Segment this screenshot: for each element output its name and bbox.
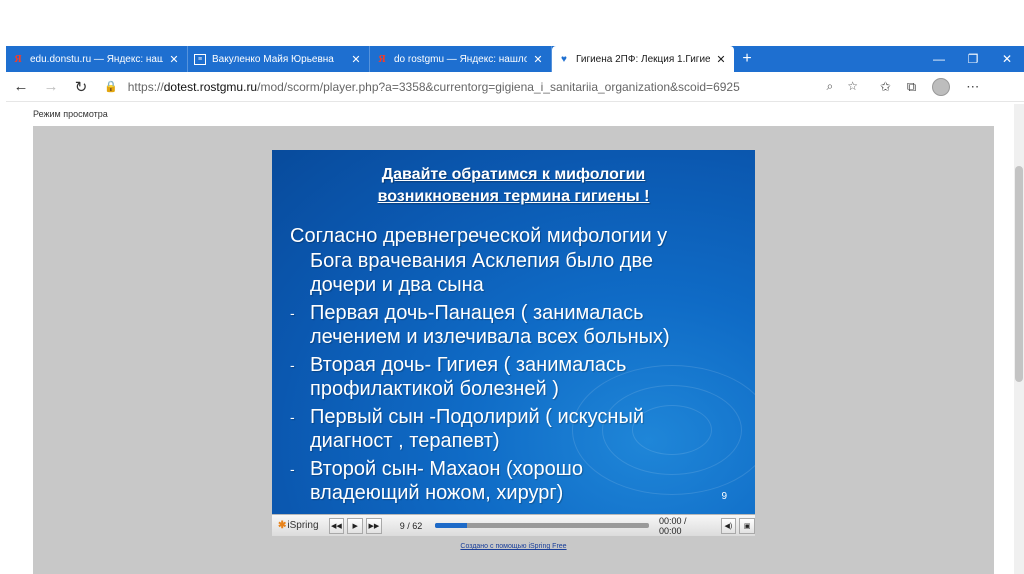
document-icon: ≡	[194, 53, 206, 65]
new-tab-plus-icon[interactable]: +	[734, 46, 760, 72]
heart-icon: ♥	[561, 53, 567, 65]
presentation-slide: Давайте обратимся к мифологии возникнове…	[272, 150, 755, 514]
lock-icon[interactable]: 🔒	[104, 80, 118, 93]
slide-body: Согласно древнегреческой мифологии у Бог…	[290, 224, 745, 506]
tab-title: edu.donstu.ru — Яндекс: нашло	[30, 53, 163, 65]
bullet-line: профилактикой болезней )	[310, 378, 559, 400]
add-favorite-icon[interactable]: ☆	[847, 79, 858, 94]
back-arrow-icon[interactable]: ←	[6, 73, 36, 101]
collections-icon[interactable]: ⧉	[907, 79, 916, 95]
url-scheme: https://	[127, 79, 164, 94]
slide-title-line: Давайте обратимся к мифологии	[381, 166, 646, 183]
close-icon[interactable]: ✕	[167, 53, 181, 66]
slide-counter: 9 / 62	[399, 520, 423, 531]
reload-icon[interactable]: ↻	[66, 73, 96, 101]
slide-bullet: - Первая дочь-Панацея ( занималась лечен…	[290, 301, 745, 350]
restore-icon[interactable]: ❐	[956, 46, 990, 72]
zoom-icon[interactable]: ⌕	[827, 79, 834, 94]
close-icon[interactable]: ✕	[531, 53, 545, 66]
url-host: dotest.rostgmu.ru	[163, 79, 258, 94]
profile-avatar[interactable]	[932, 77, 951, 96]
ispring-logo: ✱ iSpring	[278, 520, 319, 531]
bullet-line: Первая дочь-Панацея ( занималась	[310, 301, 644, 324]
progress-bar[interactable]	[435, 523, 650, 528]
slide-bullet: - Второй сын- Махаон (хорошо владеющий н…	[290, 457, 745, 506]
bullet-line: Первый сын -Подолирий ( искусный	[310, 405, 644, 428]
slide-title-line: возникновения термина гигиены !	[377, 188, 650, 205]
slide-intro-line: дочери и два сына	[310, 274, 484, 296]
yandex-icon: Я	[14, 53, 22, 65]
tab-strip: Я edu.donstu.ru — Яндекс: нашло ✕ ≡ Ваку…	[6, 46, 1024, 72]
play-button[interactable]: ▶	[347, 517, 363, 534]
bullet-marker: -	[290, 304, 295, 321]
previous-slide-button[interactable]: ◀◀	[328, 517, 345, 534]
tab-do-rostgmu[interactable]: Я do rostgmu — Яндекс: нашлось ✕	[370, 46, 552, 72]
bullet-marker: -	[290, 356, 295, 373]
ispring-brand-text: iSpring	[287, 520, 319, 531]
slide-bullet: - Вторая дочь- Гигиея ( занималась профи…	[290, 353, 745, 402]
bullet-marker: -	[290, 460, 295, 477]
bullet-line: Вторая дочь- Гигиея ( занималась	[310, 353, 627, 376]
favorites-icon[interactable]: ✩	[880, 79, 891, 95]
browser-toolbar: ← → ↻ 🔒 https://dotest.rostgmu.ru/mod/sc…	[6, 72, 1024, 102]
yandex-icon: Я	[378, 53, 386, 65]
bullet-line: владеющий ножом, хирург)	[310, 482, 564, 504]
page-scrollbar[interactable]	[1014, 104, 1024, 574]
slide-number: 9	[721, 491, 727, 502]
bullet-line: диагност , терапевт)	[310, 430, 500, 452]
browser-actions: ✩ ⧉ ⋯	[880, 77, 979, 96]
slide-intro-line: Бога врачевания Асклепия было две	[310, 249, 653, 272]
fullscreen-icon[interactable]: ▣	[739, 517, 756, 534]
ispring-credit-link[interactable]: Создано с помощью iSpring Free	[272, 543, 755, 550]
ispring-mark-icon: ✱	[278, 520, 287, 531]
more-menu-icon[interactable]: ⋯	[966, 79, 979, 95]
playback-time: 00:00 / 00:00	[659, 515, 687, 536]
volume-icon[interactable]: ◀)	[720, 517, 737, 534]
close-icon[interactable]: ✕	[349, 53, 363, 66]
window-controls: — ❐ ✕	[922, 46, 1024, 72]
slide-intro-line: Согласно древнегреческой мифологии у	[290, 225, 668, 247]
tab-edu-donstu[interactable]: Я edu.donstu.ru — Яндекс: нашло ✕	[6, 46, 188, 72]
address-bar[interactable]: 🔒 https://dotest.rostgmu.ru/mod/scorm/pl…	[96, 75, 866, 99]
view-mode-label: Режим просмотра	[33, 109, 108, 119]
scrollbar-thumb[interactable]	[1015, 166, 1023, 382]
tab-vakulenko[interactable]: ≡ Вакуленко Майя Юрьевна ✕	[188, 46, 370, 72]
bullet-line: Второй сын- Махаон (хорошо	[310, 457, 583, 480]
bullet-marker: -	[290, 408, 295, 425]
minimize-icon[interactable]: —	[922, 46, 956, 72]
tab-title: Вакуленко Майя Юрьевна	[212, 53, 334, 65]
url-path: /mod/scorm/player.php?a=3358&currentorg=…	[257, 79, 740, 94]
slide-title: Давайте обратимся к мифологии возникнове…	[272, 164, 755, 208]
next-slide-button[interactable]: ▶▶	[366, 517, 382, 534]
tab-title: Гигиена 2ПФ: Лекция 1.Гигиена	[576, 53, 710, 65]
bullet-line: лечением и излечивала всех больных)	[310, 326, 670, 348]
slide-bullet: - Первый сын -Подолирий ( искусный диагн…	[290, 405, 745, 454]
forward-arrow-icon[interactable]: →	[36, 73, 66, 101]
tab-gigiena-active[interactable]: ♥ Гигиена 2ПФ: Лекция 1.Гигиена ✕	[552, 46, 734, 72]
close-window-icon[interactable]: ✕	[990, 46, 1024, 72]
address-bar-tools: ⌕ ☆	[827, 79, 859, 94]
progress-fill	[435, 523, 468, 528]
browser-window: Я edu.donstu.ru — Яндекс: нашло ✕ ≡ Ваку…	[0, 0, 1024, 574]
tab-title: do rostgmu — Яндекс: нашлось	[394, 53, 527, 65]
player-control-bar: ✱ iSpring ◀◀ ▶ ▶▶ 9 / 62 00:00 / 00:00 ◀…	[272, 514, 756, 536]
close-icon[interactable]: ✕	[714, 53, 728, 66]
